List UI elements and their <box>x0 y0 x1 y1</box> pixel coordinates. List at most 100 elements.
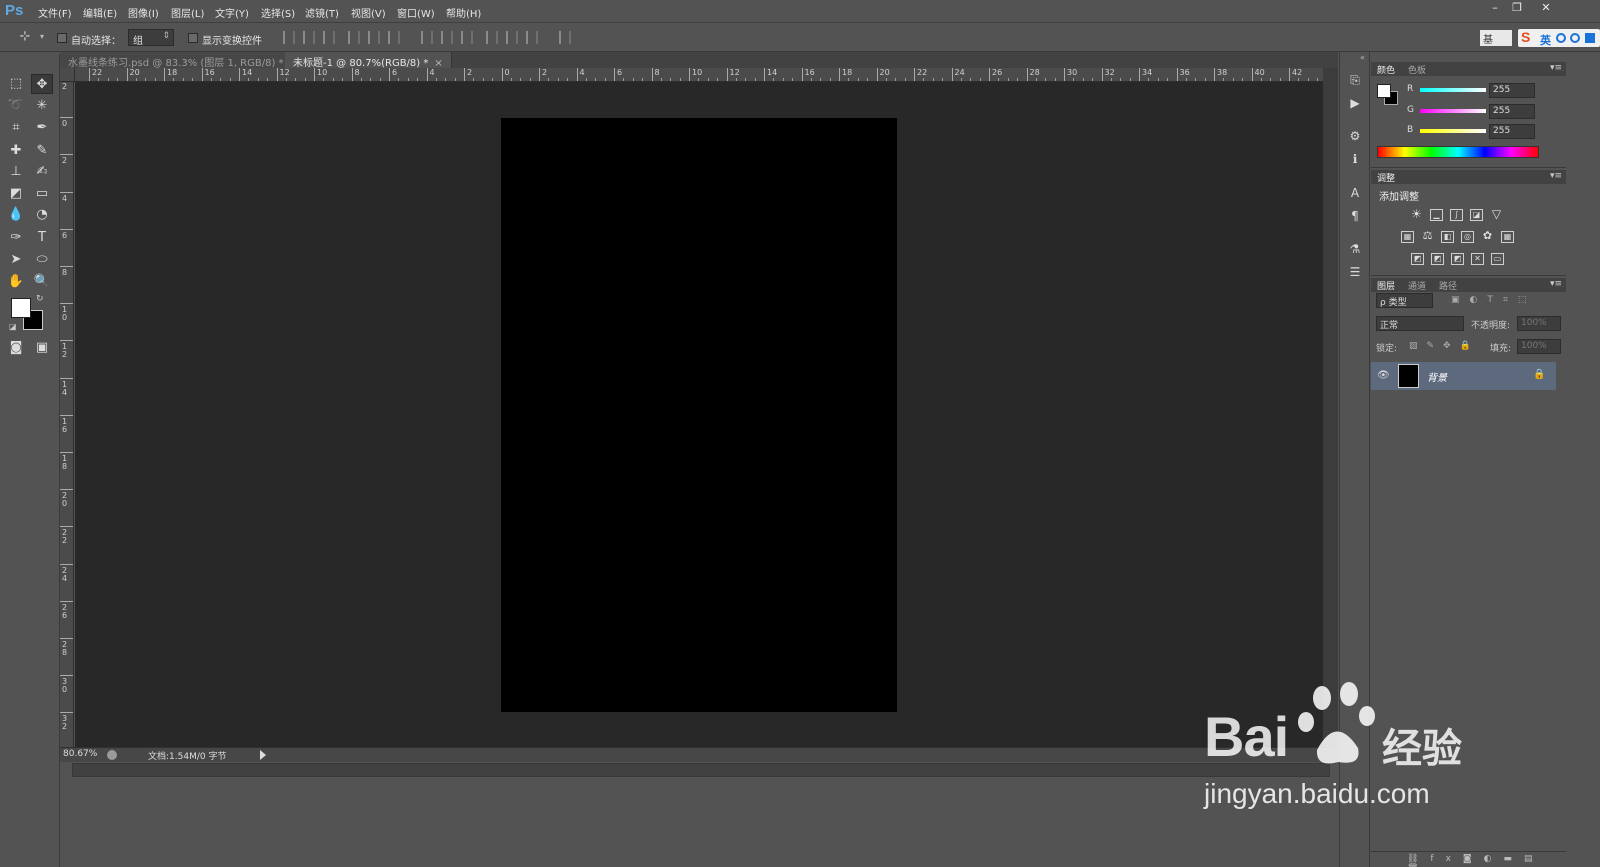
navigator-panel-icon[interactable]: ⚙ <box>1347 128 1363 144</box>
hand-tool-icon[interactable]: ✋ <box>5 272 27 292</box>
type-tool-icon[interactable]: T <box>31 228 53 248</box>
tool-presets-icon[interactable]: ☰ <box>1347 264 1363 280</box>
eyedropper-tool-icon[interactable]: ✒ <box>31 118 53 138</box>
align-vcenter-icon[interactable] <box>303 31 315 44</box>
vibrance-icon[interactable]: ▽ <box>1490 208 1503 221</box>
workspace-switcher[interactable]: 基 <box>1480 30 1512 46</box>
vertical-ruler[interactable]: 2 0 2 4 6 8 10 12 14 16 18 20 22 24 26 28 30 32 <box>60 82 74 747</box>
ime-language[interactable]: 英 <box>1540 32 1551 48</box>
character-panel-icon[interactable]: A <box>1347 185 1363 201</box>
ellipse-tool-icon[interactable]: ⬭ <box>31 250 53 270</box>
screen-mode-icon[interactable]: ▣ <box>31 338 53 358</box>
tab-paths[interactable]: 路径 <box>1439 279 1457 292</box>
magic-wand-tool-icon[interactable]: ✳ <box>31 96 53 116</box>
channel-bar[interactable] <box>1420 129 1486 133</box>
photo-filter-icon[interactable]: ◎ <box>1461 231 1474 243</box>
tab-untitled-1[interactable]: 未标题-1 @ 80.7%(RGB/8) * × <box>285 52 452 69</box>
paragraph-panel-icon[interactable]: ¶ <box>1347 208 1363 224</box>
ime-toolbar[interactable]: S 英 <box>1518 29 1600 47</box>
info-panel-icon[interactable]: ℹ <box>1347 151 1363 167</box>
eye-icon[interactable]: 👁 <box>1377 370 1390 381</box>
crop-tool-icon[interactable]: ⌗ <box>5 118 27 138</box>
align-left-icon[interactable] <box>348 31 360 44</box>
panel-menu-icon[interactable]: ▾≡ <box>1550 63 1562 73</box>
collapse-arrows-icon[interactable]: « <box>1360 53 1365 62</box>
status-info-icon[interactable] <box>107 750 117 760</box>
default-colors-icon[interactable]: ◪ <box>9 322 17 331</box>
gradient-tool-icon[interactable]: ▭ <box>31 184 53 204</box>
selective-color-icon[interactable]: ✕ <box>1471 253 1484 265</box>
invert-icon[interactable]: ◩ <box>1411 253 1424 265</box>
channel-value[interactable]: 255 <box>1489 104 1535 119</box>
channel-value[interactable]: 255 <box>1489 124 1535 139</box>
color-fg-swatch[interactable] <box>1377 84 1391 98</box>
document-canvas[interactable] <box>501 118 897 712</box>
align-hcenter-icon[interactable] <box>368 31 380 44</box>
color-spectrum-ramp[interactable] <box>1377 146 1539 158</box>
exposure-icon[interactable]: ◪ <box>1470 209 1483 221</box>
pen-tool-icon[interactable]: ✑ <box>5 228 27 248</box>
restore-icon[interactable]: ❐ <box>1506 1 1528 15</box>
minimize-icon[interactable]: – <box>1484 1 1506 15</box>
layer-filter-dropdown[interactable]: ρ 类型 <box>1376 293 1433 308</box>
lasso-tool-icon[interactable]: ➰ <box>5 96 27 116</box>
black-white-icon[interactable]: ◧ <box>1441 231 1454 243</box>
distribute-hcenter-icon[interactable] <box>506 31 518 44</box>
layer-filter-icons[interactable]: ▣◐T⌗⬚ <box>1451 295 1536 305</box>
layer-row-background[interactable]: 👁 背景 🔒 <box>1371 362 1556 390</box>
hue-saturation-icon[interactable]: ▦ <box>1401 231 1414 243</box>
show-transform-checkbox[interactable] <box>188 33 198 43</box>
layers-footer-icons[interactable]: ⛓fx◙◐▬▤🗑 <box>1407 854 1566 867</box>
brush-tool-icon[interactable]: ✎ <box>31 141 53 161</box>
color-lookup-icon[interactable]: ▦ <box>1501 231 1514 243</box>
distribute-bottom-icon[interactable] <box>461 31 473 44</box>
menu-filter[interactable]: 滤镜(T) <box>305 5 339 20</box>
auto-align-icon[interactable] <box>559 31 571 44</box>
menu-help[interactable]: 帮助(H) <box>446 5 481 20</box>
swap-colors-icon[interactable]: ↻ <box>36 294 44 304</box>
status-menu-arrow-icon[interactable] <box>260 750 266 760</box>
channel-bar[interactable] <box>1420 88 1486 92</box>
menu-view[interactable]: 视图(V) <box>351 5 386 20</box>
color-balance-icon[interactable]: ⚖ <box>1421 230 1434 243</box>
auto-select-dropdown[interactable]: 组 <box>128 29 174 47</box>
quick-mask-icon[interactable]: ◙ <box>5 338 27 358</box>
zoom-tool-icon[interactable]: 🔍 <box>31 272 53 292</box>
channel-mixer-icon[interactable]: ✿ <box>1481 230 1494 243</box>
menu-layer[interactable]: 图层(L) <box>171 5 204 20</box>
clone-stamp-tool-icon[interactable]: ⊥ <box>5 162 27 182</box>
history-brush-tool-icon[interactable]: ✍ <box>31 162 53 182</box>
distribute-right-icon[interactable] <box>526 31 538 44</box>
eraser-tool-icon[interactable]: ◩ <box>5 184 27 204</box>
move-tool-preset-icon[interactable]: ⊹ <box>14 27 36 47</box>
tab-channels[interactable]: 通道 <box>1408 279 1426 292</box>
brush-panel-icon[interactable]: ⚗ <box>1347 241 1363 257</box>
brightness-contrast-icon[interactable]: ☀ <box>1410 208 1423 221</box>
menu-type[interactable]: 文字(Y) <box>215 5 249 20</box>
close-icon[interactable]: ✕ <box>1535 1 1557 15</box>
opacity-field[interactable]: 100% <box>1517 316 1561 331</box>
menu-image[interactable]: 图像(I) <box>128 5 159 20</box>
posterize-icon[interactable]: ◩ <box>1431 253 1444 265</box>
menu-window[interactable]: 窗口(W) <box>397 5 435 20</box>
healing-brush-tool-icon[interactable]: ✚ <box>5 141 27 161</box>
align-top-icon[interactable] <box>283 31 295 44</box>
align-right-icon[interactable] <box>388 31 400 44</box>
auto-select-checkbox[interactable] <box>57 33 67 43</box>
ime-menu-icon[interactable] <box>1585 33 1595 43</box>
blur-tool-icon[interactable]: 💧 <box>5 205 27 225</box>
marquee-tool-icon[interactable]: ⬚ <box>5 74 27 94</box>
menu-edit[interactable]: 编辑(E) <box>83 5 117 20</box>
blend-mode-dropdown[interactable]: 正常 <box>1376 316 1464 331</box>
tab-swatches[interactable]: 色板 <box>1408 63 1426 76</box>
levels-icon[interactable]: ▁ <box>1430 209 1443 221</box>
ime-settings-icon[interactable] <box>1570 33 1580 43</box>
channel-value[interactable]: 255 <box>1489 83 1535 98</box>
tab-ink-line-practice[interactable]: 水墨线条练习.psd @ 83.3% (图层 1, RGB/8) *× <box>60 52 307 69</box>
distribute-left-icon[interactable] <box>486 31 498 44</box>
move-tool-icon[interactable]: ✥ <box>31 74 53 94</box>
history-panel-icon[interactable]: ⎘ <box>1347 72 1363 88</box>
zoom-level[interactable]: 80.67% <box>63 749 97 759</box>
align-bottom-icon[interactable] <box>323 31 335 44</box>
emoji-icon[interactable] <box>1556 33 1566 43</box>
